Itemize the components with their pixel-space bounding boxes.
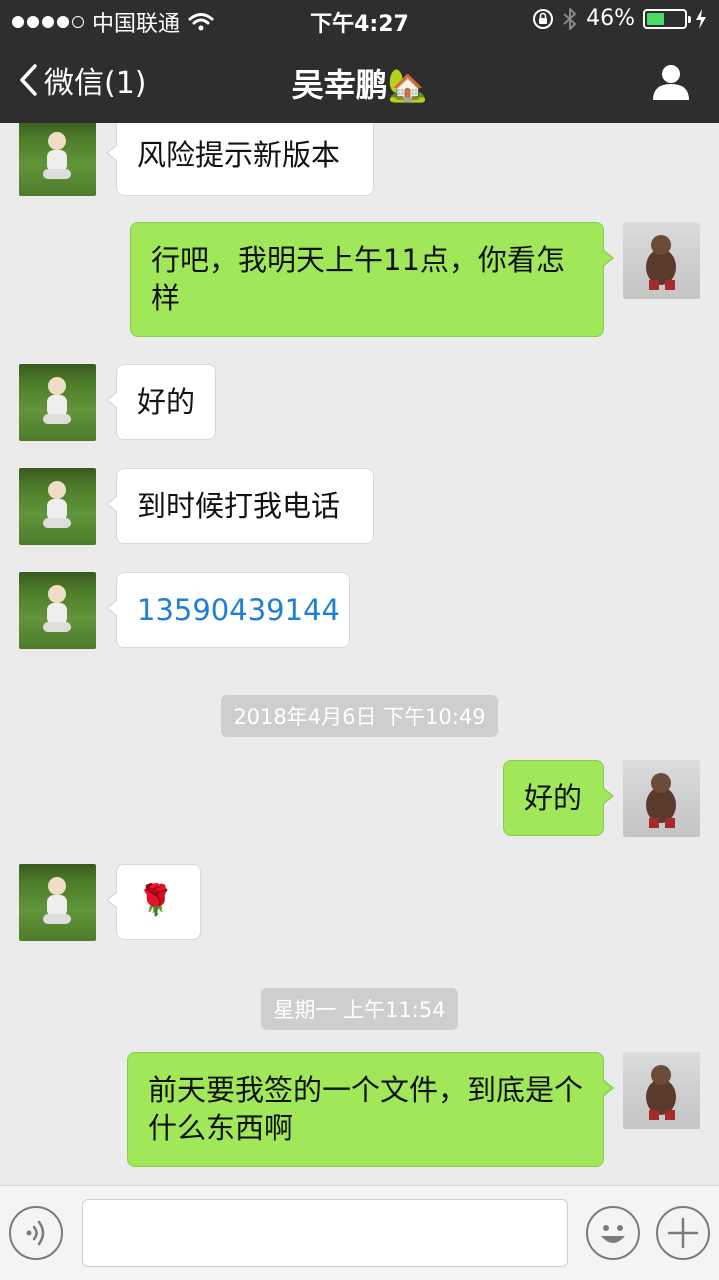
battery-percent: 46% [586, 6, 635, 31]
phone-number-link[interactable]: 13590439144 [137, 593, 340, 627]
person-icon[interactable] [651, 62, 691, 102]
message-bubble-sent[interactable]: 前天要我签的一个文件，到底是个什么东西啊 [127, 1052, 614, 1167]
bluetooth-icon [563, 7, 577, 30]
message-text: 好的 [524, 781, 583, 815]
message-text: 行吧，我明天上午11点，你看怎样 [151, 243, 565, 315]
timestamp-divider: 星期一 上午11:54 [0, 988, 719, 1030]
contact-avatar[interactable] [19, 572, 96, 649]
message-bubble-received[interactable]: 风险提示新版本 [106, 123, 374, 196]
more-button[interactable] [656, 1206, 710, 1260]
my-avatar[interactable] [623, 1052, 700, 1129]
rotation-lock-icon [533, 8, 554, 29]
message-text: 前天要我签的一个文件，到底是个什么东西啊 [148, 1073, 584, 1145]
timestamp-divider: 2018年4月6日 下午10:49 [0, 695, 719, 737]
rose-emoji: 🌹 [137, 883, 175, 918]
message-bubble-received[interactable]: 13590439144 [106, 572, 350, 648]
message-bubble-sent[interactable]: 好的 [503, 760, 614, 836]
voice-button[interactable] [9, 1206, 63, 1260]
chat-header: 微信(1) 吴幸鹏🏡 [0, 40, 719, 123]
message-bubble-received[interactable]: 🌹 [106, 864, 201, 940]
input-bar [0, 1185, 719, 1280]
my-avatar[interactable] [623, 760, 700, 837]
battery-icon [643, 8, 691, 29]
message-text: 好的 [137, 385, 196, 419]
charging-bolt-icon [696, 8, 706, 29]
timestamp-label: 2018年4月6日 下午10:49 [221, 695, 498, 737]
message-bubble-received[interactable]: 到时候打我电话 [106, 468, 374, 544]
contact-avatar[interactable] [19, 123, 96, 196]
message-input[interactable] [82, 1199, 568, 1267]
status-bar: 中国联通 下午4:27 46% [0, 0, 719, 40]
house-emoji: 🏡 [387, 66, 428, 104]
plus-icon [667, 1217, 699, 1249]
voice-icon [26, 1220, 45, 1246]
message-bubble-received[interactable]: 好的 [106, 364, 216, 440]
message-list[interactable]: 风险提示新版本 行吧，我明天上午11点，你看怎样 好的 到时候打我电话 1359… [0, 123, 719, 1185]
contact-avatar[interactable] [19, 864, 96, 941]
timestamp-label: 星期一 上午11:54 [261, 988, 458, 1030]
message-text: 到时候打我电话 [137, 489, 341, 523]
my-avatar[interactable] [623, 222, 700, 299]
message-text: 风险提示新版本 [137, 138, 341, 172]
emoji-button[interactable] [586, 1206, 640, 1260]
status-right: 46% [532, 6, 707, 31]
message-bubble-sent[interactable]: 行吧，我明天上午11点，你看怎样 [130, 222, 614, 337]
emoji-icon [601, 1225, 625, 1243]
contact-avatar[interactable] [19, 468, 96, 545]
contact-avatar[interactable] [19, 364, 96, 441]
contact-name: 吴幸鹏 [291, 66, 388, 104]
battery-level-fill [647, 12, 664, 25]
chat-title: 吴幸鹏🏡 [0, 60, 719, 106]
